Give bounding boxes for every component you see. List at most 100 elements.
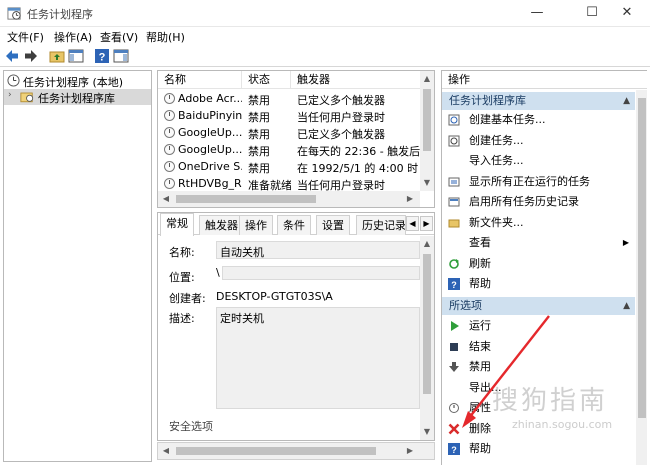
tree-item-root[interactable]: 任务计划程序 (本地) <box>4 73 151 89</box>
tab-settings[interactable]: 设置 <box>316 215 350 235</box>
action-label: 禁用 <box>469 360 491 373</box>
tab-conditions[interactable]: 条件 <box>277 215 311 235</box>
actions-vscroll[interactable] <box>636 90 647 465</box>
show-hide-action-pane-icon[interactable] <box>113 48 129 64</box>
menu-action[interactable]: 操作(A) <box>54 29 92 45</box>
action-item[interactable]: 创建任务... <box>442 131 635 151</box>
task-name: Adobe Acr... <box>178 92 242 105</box>
tab-actions[interactable]: 操作 <box>239 215 273 235</box>
scroll-thumb[interactable] <box>423 89 431 151</box>
column-status[interactable]: 状态 <box>242 71 291 89</box>
menu-bar: 文件(F) 操作(A) 查看(V) 帮助(H) <box>0 27 650 45</box>
scroll-left-arrow[interactable]: ◀ <box>158 443 174 459</box>
hscroll-thumb[interactable] <box>176 447 376 455</box>
menu-help[interactable]: 帮助(H) <box>146 29 185 45</box>
window-title: 任务计划程序 <box>27 8 93 21</box>
tab-general[interactable]: 常规 <box>160 213 194 236</box>
task-trigger: 当任何用户登录时 <box>297 111 385 124</box>
action-label: 导入任务... <box>469 154 524 167</box>
back-arrow-icon[interactable] <box>4 48 20 64</box>
action-label: 属性 <box>469 401 491 414</box>
section-task-library[interactable]: 任务计划程序库 ▲ <box>442 92 635 110</box>
folder-icon <box>448 217 460 229</box>
task-list-hscroll[interactable]: ◀ ▶ <box>158 191 420 207</box>
scroll-down-arrow[interactable]: ▼ <box>420 424 434 440</box>
folder-up-icon[interactable] <box>49 48 65 64</box>
action-item[interactable]: 启用所有任务历史记录 <box>442 192 635 212</box>
collapse-caret-icon[interactable]: ▲ <box>623 297 630 315</box>
action-item[interactable]: 新文件夹... <box>442 213 635 233</box>
table-row[interactable]: BaiduPinyin... 禁用 当任何用户登录时 <box>158 108 420 125</box>
name-field[interactable]: 自动关机 <box>216 241 420 259</box>
folder-clock-icon <box>20 92 34 103</box>
svg-text:?: ? <box>451 280 457 290</box>
title-bar: 任务计划程序 — ☐ ✕ <box>0 0 650 27</box>
scroll-right-arrow[interactable]: ▶ <box>402 191 418 207</box>
clock-icon <box>7 74 20 87</box>
details-vscroll[interactable]: ▲ ▼ <box>420 236 434 440</box>
task-list-header: 名称 状态 触发器 <box>158 71 420 89</box>
tab-history[interactable]: 历史记录 <box>356 215 406 235</box>
scroll-thumb[interactable] <box>423 254 431 394</box>
task-list-vscroll[interactable]: ▲ ▼ <box>420 71 434 191</box>
tab-triggers[interactable]: 触发器 <box>199 215 244 235</box>
column-trigger[interactable]: 触发器 <box>291 71 420 89</box>
hscroll-thumb[interactable] <box>176 195 316 203</box>
menu-file[interactable]: 文件(F) <box>7 29 44 45</box>
details-hscroll[interactable]: ◀ ▶ <box>157 442 435 460</box>
action-item[interactable]: 禁用 <box>442 357 635 377</box>
action-item[interactable]: ? 帮助 <box>442 274 635 294</box>
details-tabs: 常规 触发器 操作 条件 设置 历史记录 ◀ ▶ <box>158 213 434 236</box>
refresh-icon <box>448 258 460 270</box>
section-selected-item[interactable]: 所选项 ▲ <box>442 297 635 315</box>
chevron-right-icon[interactable]: › <box>8 90 12 100</box>
table-row[interactable]: GoogleUp... 禁用 在每天的 22:36 - 触发后， <box>158 142 420 159</box>
action-label: 查看 <box>469 236 491 249</box>
table-row[interactable]: OneDrive S... 禁用 在 1992/5/1 的 4:00 时 - <box>158 159 420 176</box>
action-item[interactable]: 显示所有正在运行的任务 <box>442 172 635 192</box>
scroll-down-arrow[interactable]: ▼ <box>420 175 434 191</box>
security-options-label: 安全选项 <box>169 420 213 433</box>
action-item[interactable]: 刷新 <box>442 254 635 274</box>
svg-text:?: ? <box>451 445 457 455</box>
task-name-cell: GoogleUp... <box>164 143 242 156</box>
task-trigger: 已定义多个触发器 <box>297 128 385 141</box>
watermark-url: zhinan.sogou.com <box>512 418 613 431</box>
task-status: 禁用 <box>248 94 270 107</box>
actions-pane-title: 操作 <box>442 71 647 89</box>
history-icon <box>448 196 460 208</box>
description-field[interactable]: 定时关机 <box>216 307 420 409</box>
action-item[interactable]: ? 帮助 <box>442 439 635 459</box>
tree-library-label: 任务计划程序库 <box>38 92 115 105</box>
action-item[interactable]: 创建基本任务... <box>442 110 635 130</box>
task-clock-icon <box>164 178 175 189</box>
scroll-thumb[interactable] <box>638 98 646 418</box>
task-name: GoogleUp... <box>178 143 242 156</box>
action-label: 帮助 <box>469 442 491 455</box>
table-row[interactable]: Adobe Acr... 禁用 已定义多个触发器 <box>158 91 420 108</box>
scroll-right-arrow[interactable]: ▶ <box>402 443 418 459</box>
tab-scroll-left[interactable]: ◀ <box>406 216 419 231</box>
tab-scroll-right[interactable]: ▶ <box>420 216 433 231</box>
task-status: 禁用 <box>248 145 270 158</box>
scroll-up-arrow[interactable]: ▲ <box>420 236 434 252</box>
forward-arrow-icon[interactable] <box>23 48 39 64</box>
collapse-caret-icon[interactable]: ▲ <box>623 92 630 110</box>
table-row[interactable]: GoogleUp... 禁用 已定义多个触发器 <box>158 125 420 142</box>
help-icon[interactable]: ? <box>94 48 110 64</box>
end-icon <box>448 341 460 353</box>
scroll-left-arrow[interactable]: ◀ <box>158 191 174 207</box>
action-item[interactable]: 结束 <box>442 337 635 357</box>
minimize-button[interactable]: — <box>514 0 560 26</box>
close-button[interactable]: ✕ <box>604 0 650 26</box>
scroll-up-arrow[interactable]: ▲ <box>420 71 434 87</box>
column-name[interactable]: 名称 <box>158 71 242 89</box>
action-item[interactable]: 运行 <box>442 316 635 336</box>
action-item[interactable]: 导入任务... <box>442 151 635 171</box>
task-clock-icon <box>164 161 175 172</box>
menu-view[interactable]: 查看(V) <box>100 29 138 45</box>
action-item[interactable]: 查看 ▶ <box>442 233 635 253</box>
tree-item-library[interactable]: › 任务计划程序库 <box>4 89 151 105</box>
task-clock-icon <box>164 127 175 138</box>
show-hide-console-tree-icon[interactable] <box>68 48 84 64</box>
